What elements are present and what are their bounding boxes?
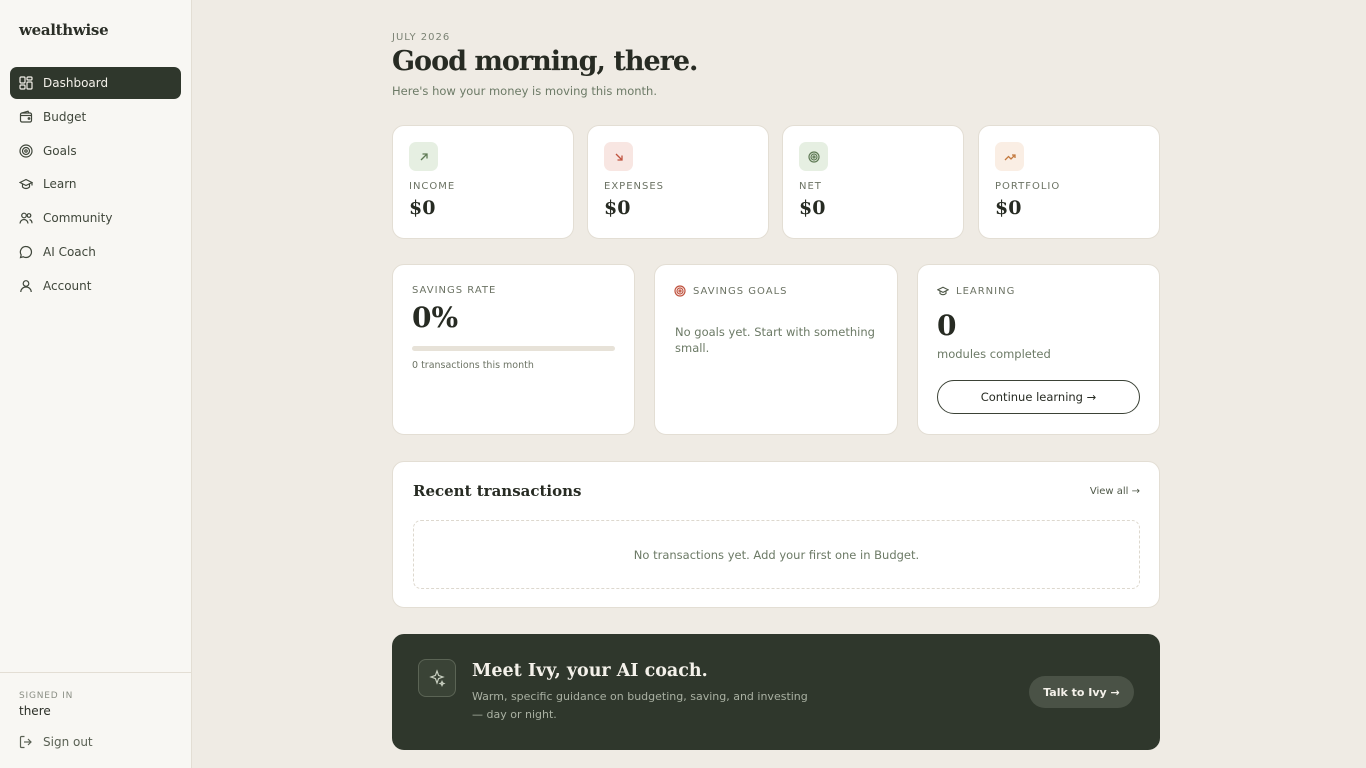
talk-to-ivy-button[interactable]: Talk to Ivy →	[1029, 676, 1134, 708]
sidebar-item-account[interactable]: Account	[10, 270, 181, 302]
arrow-down-right-icon	[604, 142, 633, 171]
sign-out-button[interactable]: Sign out	[19, 735, 93, 749]
chat-bubble-icon	[19, 245, 33, 259]
learning-label: LEARNING	[937, 285, 1015, 297]
arrow-up-right-icon	[409, 142, 438, 171]
page-title: Good morning, there.	[392, 46, 698, 77]
stat-card-income: INCOME $0	[392, 125, 574, 239]
target-icon	[674, 285, 686, 297]
stat-label: NET	[799, 181, 822, 192]
brand-logo[interactable]: wealthwise	[19, 21, 109, 39]
sidebar-item-budget[interactable]: Budget	[10, 101, 181, 133]
ai-coach-subtitle: Warm, specific guidance on budgeting, sa…	[472, 690, 808, 721]
graduation-cap-icon	[19, 177, 33, 191]
savings-goals-label: SAVINGS GOALS	[674, 285, 787, 297]
continue-learning-button[interactable]: Continue learning →	[937, 380, 1140, 414]
savings-rate-value: 0%	[412, 301, 459, 334]
stat-value: $0	[799, 197, 826, 219]
users-icon	[19, 211, 33, 225]
sidebar-item-learn[interactable]: Learn	[10, 168, 181, 200]
modules-completed-label: modules completed	[937, 347, 1051, 361]
recent-transactions-card: Recent transactions View all → No transa…	[392, 461, 1160, 608]
recent-transactions-title: Recent transactions	[413, 482, 582, 500]
savings-rate-label: SAVINGS RATE	[412, 285, 497, 296]
ai-coach-title: Meet Ivy, your AI coach.	[472, 661, 708, 681]
view-all-link[interactable]: View all →	[1090, 486, 1140, 497]
sidebar-nav: Dashboard Budget Goals Learn Community A…	[10, 67, 181, 304]
transactions-empty-state: No transactions yet. Add your first one …	[413, 520, 1140, 589]
savings-goals-card: SAVINGS GOALS No goals yet. Start with s…	[654, 264, 898, 435]
transactions-count: 0 transactions this month	[412, 360, 534, 371]
page-subtitle: Here's how your money is moving this mon…	[392, 84, 657, 98]
sidebar-item-label: Goals	[43, 143, 77, 158]
stat-label: INCOME	[409, 181, 456, 192]
sidebar-item-dashboard[interactable]: Dashboard	[10, 67, 181, 99]
trending-up-icon	[995, 142, 1024, 171]
sidebar-item-label: Community	[43, 211, 113, 226]
sparkle-icon	[418, 659, 456, 697]
goals-empty-state: No goals yet. Start with something small…	[675, 325, 875, 355]
savings-rate-card: SAVINGS RATE 0% 0 transactions this mont…	[392, 264, 635, 435]
sign-out-label: Sign out	[43, 735, 93, 749]
stat-label: PORTFOLIO	[995, 181, 1061, 192]
stat-value: $0	[604, 197, 631, 219]
sign-out-icon	[19, 735, 32, 749]
sidebar-item-community[interactable]: Community	[10, 202, 181, 234]
sidebar: wealthwise Dashboard Budget Goals Learn …	[0, 0, 192, 768]
sidebar-item-label: Budget	[43, 109, 87, 124]
sidebar-item-ai-coach[interactable]: AI Coach	[10, 236, 181, 268]
sidebar-item-label: Dashboard	[43, 76, 109, 90]
stat-card-net: NET $0	[782, 125, 964, 239]
sidebar-item-goals[interactable]: Goals	[10, 135, 181, 167]
sidebar-item-label: Account	[43, 278, 92, 293]
ai-coach-banner: Meet Ivy, your AI coach. Warm, specific …	[392, 634, 1160, 750]
wallet-icon	[19, 110, 33, 124]
grid-icon	[19, 76, 33, 90]
graduation-cap-icon	[937, 286, 949, 296]
stat-value: $0	[995, 197, 1022, 219]
sidebar-footer: SIGNED IN there Sign out	[0, 672, 191, 768]
learning-card: LEARNING 0 modules completed Continue le…	[917, 264, 1160, 435]
signed-in-label: SIGNED IN	[19, 691, 74, 701]
stat-card-portfolio: PORTFOLIO $0	[978, 125, 1160, 239]
month-label: JULY 2026	[392, 32, 451, 43]
sidebar-item-label: AI Coach	[43, 244, 96, 259]
target-icon	[19, 143, 33, 158]
modules-completed-count: 0	[937, 309, 957, 342]
user-icon	[19, 279, 33, 293]
stat-card-expenses: EXPENSES $0	[587, 125, 769, 239]
sidebar-item-label: Learn	[43, 177, 77, 192]
user-name: there	[19, 704, 51, 718]
savings-rate-progress	[412, 346, 615, 351]
scrollbar[interactable]	[1360, 0, 1366, 768]
stat-value: $0	[409, 197, 436, 219]
target-icon	[799, 142, 828, 171]
stat-label: EXPENSES	[604, 181, 665, 192]
